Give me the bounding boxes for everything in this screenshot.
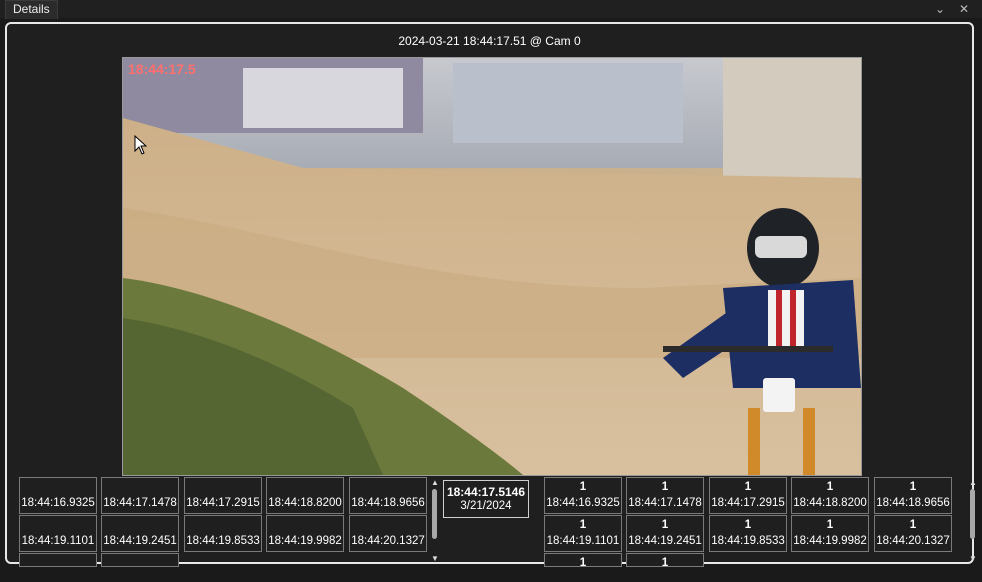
left-scrollbar[interactable]: ▲ ▼	[430, 478, 440, 566]
thumbnail-item[interactable]: 18:44:17.2915	[184, 477, 262, 514]
thumbnail-timestamp: 18:44:19.8533	[711, 535, 785, 547]
scroll-thumb[interactable]	[432, 489, 437, 539]
thumbnail-item[interactable]: 18:44:19.8533	[184, 515, 262, 552]
thumbnail-item[interactable]: 18:44:19.9982	[266, 515, 344, 552]
scroll-down-icon[interactable]: ▼	[968, 554, 978, 563]
thumbnail-timestamp: 18:44:18.9656	[351, 497, 425, 509]
thumbnail-count: 1	[744, 481, 752, 493]
thumbnail-timestamp: 18:44:18.8200	[793, 497, 867, 509]
selected-time: 18:44:17.5146	[446, 485, 526, 499]
scroll-up-icon[interactable]: ▲	[968, 478, 978, 487]
thumbnail-timestamp: 18:44:19.2451	[103, 535, 177, 547]
scroll-up-icon[interactable]: ▲	[430, 478, 440, 487]
thumbnail-item[interactable]: 18:44:19.2451	[101, 515, 179, 552]
thumbnail-timestamp: 18:44:18.9656	[876, 497, 950, 509]
close-icon[interactable]: ✕	[956, 1, 972, 17]
thumbnail-timestamp: 18:44:17.2915	[186, 497, 260, 509]
thumbnail-item[interactable]: 1 18:44:19.8533	[709, 515, 787, 552]
thumbnail-item-partial[interactable]: 1	[626, 553, 704, 567]
thumbnail-count: 1	[909, 481, 917, 493]
thumbnail-timestamp: 18:44:19.2451	[628, 535, 702, 547]
camera-frame[interactable]: 18:44:17.5	[122, 57, 862, 476]
thumbnail-timestamp: 18:44:16.9325	[546, 497, 620, 509]
right-scrollbar[interactable]: ▲ ▼	[968, 478, 978, 566]
scroll-down-icon[interactable]: ▼	[430, 554, 440, 563]
thumbnail-item[interactable]: 1 18:44:18.8200	[791, 477, 869, 514]
thumbnail-timestamp: 18:44:20.1327	[876, 535, 950, 547]
thumbnail-count: 1	[579, 481, 587, 493]
thumbnail-timestamp: 18:44:17.1478	[103, 497, 177, 509]
thumbnail-count: 1	[661, 557, 669, 567]
mouse-cursor-icon	[134, 135, 147, 155]
frame-image	[123, 58, 861, 475]
thumbnail-item-partial[interactable]	[101, 553, 179, 567]
overlay-timestamp: 18:44:17.5	[128, 61, 196, 77]
frame-caption: 2024-03-21 18:44:17.51 @ Cam 0	[398, 34, 581, 48]
tab-details[interactable]: Details	[5, 0, 58, 19]
thumbnail-timestamp: 18:44:19.1101	[21, 535, 95, 547]
thumbnail-item[interactable]: 1 18:44:20.1327	[874, 515, 952, 552]
thumbnail-item[interactable]: 1 18:44:19.9982	[791, 515, 869, 552]
thumbnail-timestamp: 18:44:20.1327	[351, 535, 425, 547]
thumbnail-item[interactable]: 1 18:44:16.9325	[544, 477, 622, 514]
thumbnail-timestamp: 18:44:17.1478	[628, 497, 702, 509]
thumbnail-timestamp: 18:44:19.8533	[186, 535, 260, 547]
thumbnail-item-partial[interactable]: 1	[544, 553, 622, 567]
thumbnail-count: 1	[826, 481, 834, 493]
thumbnail-count: 1	[744, 519, 752, 531]
selected-frame-box[interactable]: 18:44:17.5146 3/21/2024	[443, 480, 529, 518]
thumbnail-count: 1	[661, 519, 669, 531]
thumbnail-count: 1	[909, 519, 917, 531]
thumbnail-item[interactable]: 18:44:18.9656	[349, 477, 427, 514]
thumbnail-item[interactable]: 18:44:19.1101	[19, 515, 97, 552]
thumbnail-timestamp: 18:44:17.2915	[711, 497, 785, 509]
thumbnail-item-partial[interactable]	[19, 553, 97, 567]
thumbnail-count: 1	[826, 519, 834, 531]
scroll-thumb[interactable]	[970, 489, 975, 539]
thumbnail-item[interactable]: 1 18:44:19.2451	[626, 515, 704, 552]
thumbnail-count: 1	[579, 519, 587, 531]
thumbnail-item[interactable]: 1 18:44:18.9656	[874, 477, 952, 514]
thumbnail-timestamp: 18:44:18.8200	[268, 497, 342, 509]
thumbnail-timestamp: 18:44:19.1101	[546, 535, 620, 547]
thumbnail-count: 1	[661, 481, 669, 493]
chevron-down-icon[interactable]: ⌄	[932, 1, 948, 17]
thumbnail-item[interactable]: 18:44:17.1478	[101, 477, 179, 514]
thumbnail-timestamp: 18:44:19.9982	[268, 535, 342, 547]
thumbnail-item[interactable]: 18:44:16.9325	[19, 477, 97, 514]
thumbnail-item[interactable]: 1 18:44:19.1101	[544, 515, 622, 552]
thumbnail-item[interactable]: 1 18:44:17.2915	[709, 477, 787, 514]
tab-bar: Details ⌄ ✕	[0, 0, 982, 19]
thumbnail-timestamp: 18:44:16.9325	[21, 497, 95, 509]
thumbnail-item[interactable]: 18:44:20.1327	[349, 515, 427, 552]
selected-date: 3/21/2024	[460, 500, 512, 512]
thumbnail-timestamp: 18:44:19.9982	[793, 535, 867, 547]
thumbnail-item[interactable]: 1 18:44:17.1478	[626, 477, 704, 514]
thumbnail-item[interactable]: 18:44:18.8200	[266, 477, 344, 514]
thumbnail-count: 1	[579, 557, 587, 567]
